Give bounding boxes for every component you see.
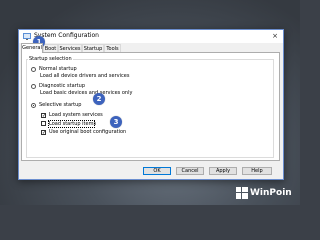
selective-startup-label[interactable]: Selective startup [39,102,81,108]
diagnostic-startup-radio[interactable] [31,84,36,89]
load-system-services-checkbox[interactable]: ✓ [41,113,46,119]
normal-startup-label[interactable]: Normal startup [39,66,77,72]
tab-startup[interactable]: Startup [82,44,104,52]
selective-startup-radio[interactable] [31,103,36,108]
callout-badge-2: 2 [93,93,105,105]
callout-badge-3: 3 [110,116,122,128]
system-config-icon [23,33,31,40]
use-original-boot-configuration-checkbox[interactable]: ✓ [41,130,46,136]
diagnostic-startup-description: Load basic devices and services only [40,90,133,96]
normal-startup-description: Load all device drivers and services [40,73,130,79]
winpoin-logo-icon [236,187,248,199]
normal-startup-radio[interactable] [31,67,36,72]
tab-boot[interactable]: Boot [43,44,58,52]
diagnostic-startup-label[interactable]: Diagnostic startup [39,83,85,89]
close-button[interactable]: × [270,31,280,41]
tab-general[interactable]: General [21,43,43,53]
tab-services[interactable]: Services [58,44,82,52]
general-tab-panel: Startup selection Normal startup Load al… [21,52,280,161]
load-startup-items-label[interactable]: Load startup items [49,121,96,127]
watermark-text: WinPoin [250,188,292,198]
load-startup-items-checkbox[interactable] [41,121,46,126]
help-button[interactable]: Help [242,167,272,175]
load-system-services-label[interactable]: Load system services [49,112,103,118]
tab-tools[interactable]: Tools [104,44,121,52]
cancel-button[interactable]: Cancel [176,167,204,175]
use-original-boot-configuration-label[interactable]: Use original boot configuration [49,129,126,135]
title-bar[interactable]: System Configuration × [19,30,283,43]
system-configuration-dialog: System Configuration × General Boot Serv… [18,29,284,180]
startup-selection-legend: Startup selection [28,56,73,62]
ok-button[interactable]: OK [143,167,171,175]
apply-button[interactable]: Apply [209,167,237,175]
